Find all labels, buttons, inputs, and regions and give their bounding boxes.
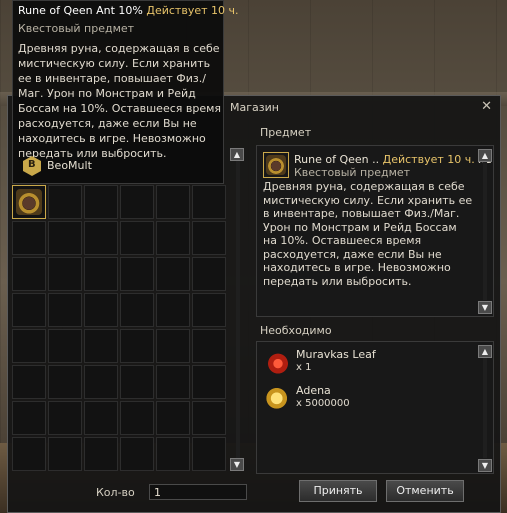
quantity-input[interactable] xyxy=(149,484,247,500)
inventory-slot[interactable] xyxy=(12,401,46,435)
requirements-scroll-up-icon[interactable]: ▲ xyxy=(478,345,492,358)
grid-scroll-track[interactable] xyxy=(236,158,240,458)
inventory-slot[interactable] xyxy=(48,293,82,327)
requirements-label: Необходимо xyxy=(260,324,332,337)
requirements-scroll-track[interactable] xyxy=(483,358,487,458)
accept-button[interactable]: Принять xyxy=(299,480,377,502)
inventory-slot[interactable] xyxy=(192,185,226,219)
inventory-slot[interactable] xyxy=(192,221,226,255)
close-icon[interactable]: ✕ xyxy=(481,99,492,114)
inventory-slot[interactable] xyxy=(12,257,46,291)
grid-scroll-down-icon[interactable]: ▼ xyxy=(230,458,244,471)
inventory-slot[interactable] xyxy=(84,221,118,255)
tooltip-brand: B BeoMult xyxy=(18,154,108,178)
inventory-slot[interactable] xyxy=(156,401,190,435)
inventory-slot-rune[interactable] xyxy=(12,185,46,219)
requirement-qty: x 5000000 xyxy=(296,398,350,409)
inventory-slot[interactable] xyxy=(156,437,190,471)
rune-item-icon xyxy=(263,152,289,178)
item-scroll-track[interactable] xyxy=(483,162,487,300)
inventory-slot[interactable] xyxy=(156,221,190,255)
inventory-slot[interactable] xyxy=(192,401,226,435)
inventory-slot[interactable] xyxy=(12,293,46,327)
inventory-slot[interactable] xyxy=(84,329,118,363)
tooltip-title-line: Rune of Qeen Ant 10% Действует 10 ч. xyxy=(18,4,239,17)
inventory-slot[interactable] xyxy=(192,293,226,327)
item-type: Квестовый предмет xyxy=(294,166,411,179)
inventory-slot[interactable] xyxy=(84,401,118,435)
inventory-slot[interactable] xyxy=(48,437,82,471)
inventory-slot[interactable] xyxy=(120,257,154,291)
requirements-box: Muravkas Leaf x 1 Adena x 5000000 ▲ ▼ xyxy=(256,341,494,474)
inventory-slot[interactable] xyxy=(48,257,82,291)
requirement-name: Adena xyxy=(296,384,331,397)
inventory-slot[interactable] xyxy=(48,185,82,219)
inventory-slot[interactable] xyxy=(48,401,82,435)
requirement-name: Muravkas Leaf xyxy=(296,348,376,361)
item-name: Rune of Qeen .. xyxy=(294,153,380,166)
tooltip-title: Rune of Qeen Ant 10% xyxy=(18,4,143,17)
inventory-slot[interactable] xyxy=(12,365,46,399)
rune-icon xyxy=(16,189,42,215)
inventory-slot[interactable] xyxy=(156,293,190,327)
item-tooltip: Rune of Qeen Ant 10% Действует 10 ч. Кве… xyxy=(12,0,239,184)
inventory-slot[interactable] xyxy=(84,257,118,291)
window-title: Магазин xyxy=(230,101,279,114)
inventory-slot[interactable] xyxy=(156,257,190,291)
tooltip-description: Древняя руна, содержащая в себе мистичес… xyxy=(18,42,222,160)
quantity-label: Кол-во xyxy=(96,486,135,499)
inventory-slot[interactable] xyxy=(84,437,118,471)
inventory-slot[interactable] xyxy=(12,329,46,363)
item-scroll-up-icon[interactable]: ▲ xyxy=(478,149,492,162)
cancel-button[interactable]: Отменить xyxy=(386,480,464,502)
requirement-qty: x 1 xyxy=(296,362,312,373)
inventory-slot[interactable] xyxy=(120,221,154,255)
inventory-slot[interactable] xyxy=(192,437,226,471)
inventory-slot[interactable] xyxy=(192,329,226,363)
inventory-slot[interactable] xyxy=(156,185,190,219)
requirement-item: Muravkas Leaf x 1 xyxy=(265,348,465,378)
item-name-line: Rune of Qeen .. Действует 10 ч. x1 xyxy=(294,153,492,166)
requirement-item: Adena x 5000000 xyxy=(265,384,465,414)
leaf-icon xyxy=(265,348,291,374)
inventory-slot[interactable] xyxy=(84,293,118,327)
adena-coins-icon xyxy=(265,384,291,410)
tooltip-status: Действует 10 ч. xyxy=(146,4,239,17)
requirements-scroll-down-icon[interactable]: ▼ xyxy=(478,459,492,472)
inventory-grid xyxy=(12,185,226,471)
rune-icon xyxy=(266,155,286,175)
inventory-slot[interactable] xyxy=(120,437,154,471)
inventory-slot[interactable] xyxy=(156,365,190,399)
inventory-slot[interactable] xyxy=(48,221,82,255)
inventory-slot[interactable] xyxy=(120,329,154,363)
inventory-slot[interactable] xyxy=(120,365,154,399)
inventory-slot[interactable] xyxy=(48,329,82,363)
shop-detail-panel: Предмет Rune of Qeen .. Действует 10 ч. … xyxy=(256,118,494,474)
inventory-slot[interactable] xyxy=(120,293,154,327)
inventory-slot[interactable] xyxy=(48,365,82,399)
item-scroll-down-icon[interactable]: ▼ xyxy=(478,301,492,314)
item-status: Действует 10 ч. xyxy=(382,153,475,166)
inventory-slot[interactable] xyxy=(12,437,46,471)
item-info-box: Rune of Qeen .. Действует 10 ч. x1 Квест… xyxy=(256,145,494,317)
tooltip-item-type: Квестовый предмет xyxy=(18,22,135,35)
brand-name: BeoMult xyxy=(47,159,92,172)
inventory-slot[interactable] xyxy=(192,257,226,291)
inventory-slot[interactable] xyxy=(84,185,118,219)
item-description: Древняя руна, содержащая в себе мистичес… xyxy=(263,180,473,288)
inventory-slot[interactable] xyxy=(84,365,118,399)
inventory-slot[interactable] xyxy=(156,329,190,363)
grid-scroll-up-icon[interactable]: ▲ xyxy=(230,148,244,161)
inventory-slot[interactable] xyxy=(12,221,46,255)
beomult-logo-icon: B xyxy=(23,156,41,176)
inventory-slot[interactable] xyxy=(192,365,226,399)
inventory-slot[interactable] xyxy=(120,401,154,435)
item-section-label: Предмет xyxy=(260,126,312,139)
inventory-slot[interactable] xyxy=(120,185,154,219)
